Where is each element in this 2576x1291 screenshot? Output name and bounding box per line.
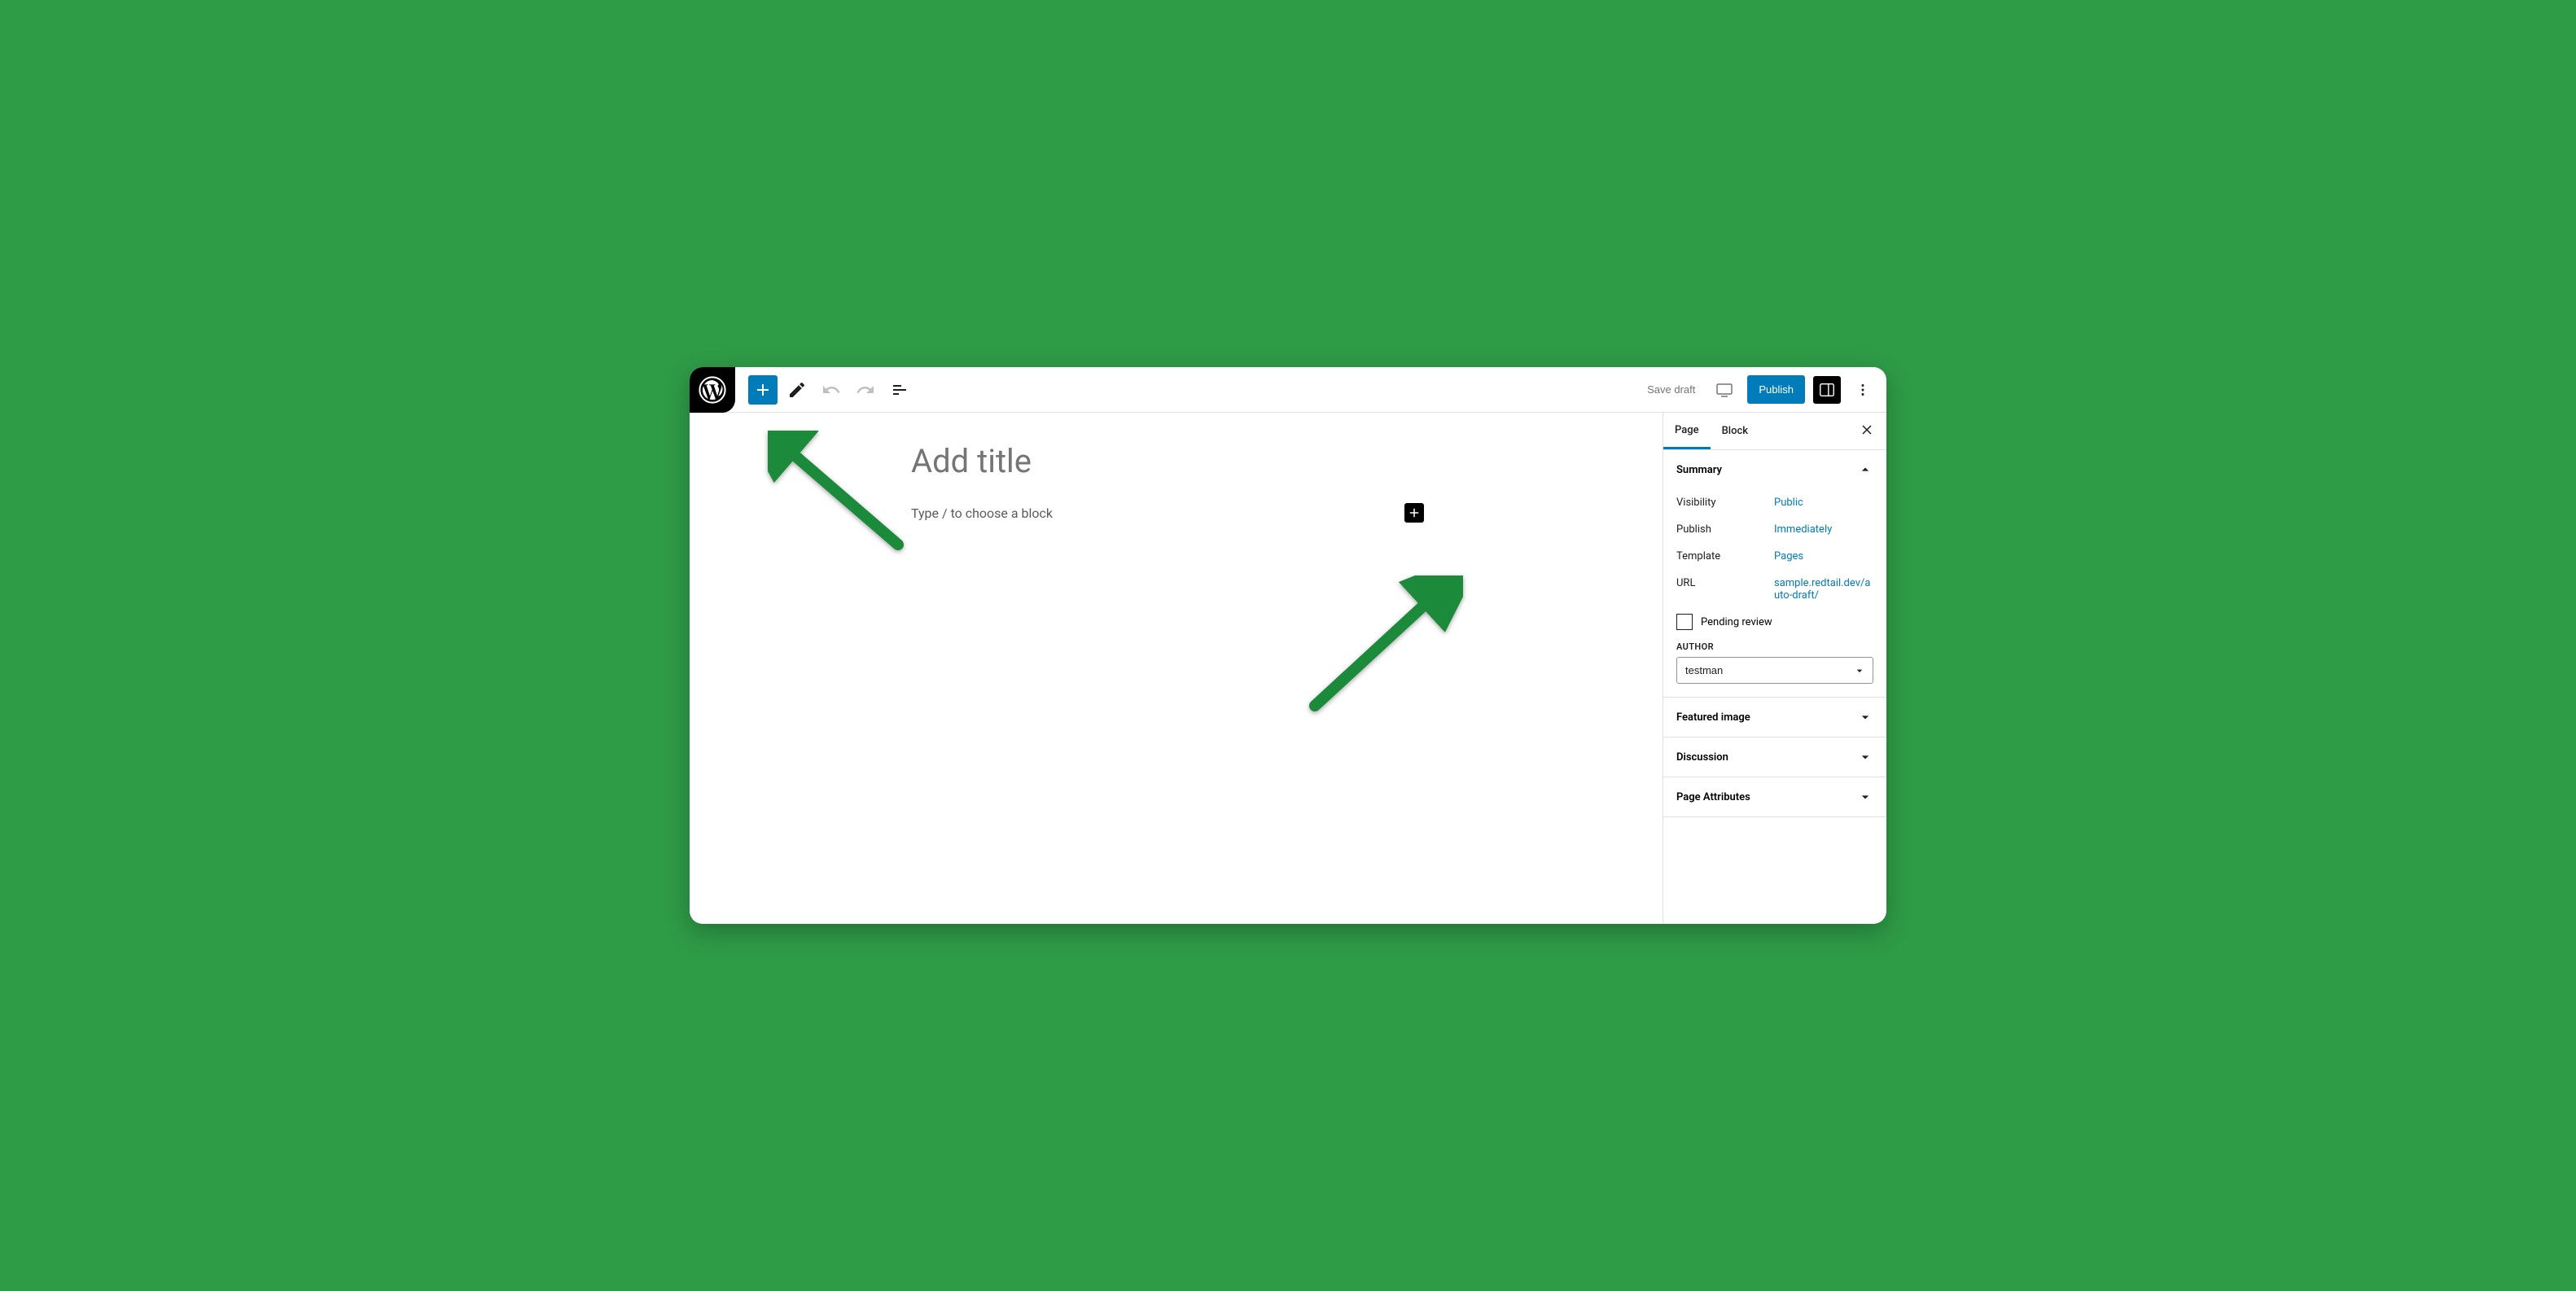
summary-panel-body: Visibility Public Publish Immediately Te… [1663, 489, 1886, 697]
visibility-value[interactable]: Public [1774, 497, 1873, 509]
toolbar-left [748, 375, 914, 405]
settings-sidebar-toggle[interactable] [1813, 376, 1841, 404]
chevron-down-icon [1857, 749, 1873, 765]
save-draft-button[interactable]: Save draft [1641, 379, 1702, 400]
plus-icon [1407, 505, 1422, 520]
redo-icon [856, 380, 875, 400]
url-row: URL sample.redtail.dev/auto-draft/ [1676, 570, 1873, 609]
chevron-down-icon [1857, 709, 1873, 725]
publish-label: Publish [1676, 523, 1774, 536]
url-value[interactable]: sample.redtail.dev/auto-draft/ [1774, 577, 1873, 602]
toolbar-right: Save draft Publish [1641, 375, 1877, 405]
discussion-panel: Discussion [1663, 737, 1886, 777]
annotation-arrow [1300, 575, 1463, 722]
sidebar-tabs: Page Block [1663, 413, 1886, 450]
settings-sidebar: Page Block Summary Visibility Public [1663, 413, 1886, 924]
discussion-title: Discussion [1676, 751, 1728, 764]
edit-icon [787, 380, 807, 400]
annotation-arrow [768, 431, 914, 561]
page-attributes-header[interactable]: Page Attributes [1663, 777, 1886, 816]
document-overview-button[interactable] [885, 375, 914, 405]
page-title-input[interactable] [911, 442, 1630, 480]
chevron-down-icon [1857, 789, 1873, 805]
wordpress-logo[interactable] [690, 367, 735, 413]
pending-review-row: Pending review [1676, 609, 1873, 641]
kebab-icon [1854, 381, 1872, 399]
template-value[interactable]: Pages [1774, 550, 1873, 562]
visibility-label: Visibility [1676, 497, 1774, 509]
summary-panel-header[interactable]: Summary [1663, 450, 1886, 489]
pending-review-label: Pending review [1701, 616, 1772, 628]
close-icon [1859, 422, 1875, 438]
block-inserter-button[interactable] [748, 375, 778, 405]
chevron-up-icon [1857, 462, 1873, 478]
publish-value[interactable]: Immediately [1774, 523, 1873, 536]
tab-block[interactable]: Block [1711, 413, 1759, 449]
author-select[interactable]: testman [1676, 657, 1873, 684]
block-row: Type / to choose a block [911, 503, 1424, 523]
featured-image-panel: Featured image [1663, 698, 1886, 737]
undo-icon [821, 380, 841, 400]
featured-image-header[interactable]: Featured image [1663, 698, 1886, 737]
publish-time-row: Publish Immediately [1676, 516, 1873, 543]
summary-title: Summary [1676, 464, 1722, 476]
wordpress-icon [699, 376, 726, 404]
page-attributes-title: Page Attributes [1676, 791, 1750, 803]
editor-body: Type / to choose a block Page Block [690, 413, 1886, 924]
author-section-label: AUTHOR [1676, 641, 1873, 652]
list-icon [890, 380, 909, 400]
template-row: Template Pages [1676, 543, 1873, 570]
pending-review-checkbox[interactable] [1676, 614, 1693, 630]
visibility-row: Visibility Public [1676, 489, 1873, 516]
url-label: URL [1676, 577, 1774, 589]
undo-button[interactable] [817, 375, 846, 405]
options-menu-button[interactable] [1849, 376, 1877, 404]
page-attributes-panel: Page Attributes [1663, 777, 1886, 817]
plus-icon [753, 380, 773, 400]
desktop-icon [1715, 380, 1734, 400]
panel-icon [1818, 381, 1836, 399]
discussion-header[interactable]: Discussion [1663, 737, 1886, 777]
template-label: Template [1676, 550, 1774, 562]
tools-button[interactable] [782, 375, 812, 405]
tab-page[interactable]: Page [1663, 413, 1711, 449]
preview-button[interactable] [1710, 375, 1739, 405]
redo-button[interactable] [851, 375, 880, 405]
inline-block-inserter[interactable] [1404, 503, 1424, 523]
editor-canvas: Type / to choose a block [690, 413, 1663, 924]
featured-image-title: Featured image [1676, 711, 1750, 724]
editor-window: Save draft Publish Type / to choose a bl… [690, 367, 1886, 924]
close-sidebar-button[interactable] [1854, 417, 1880, 446]
publish-button[interactable]: Publish [1747, 375, 1805, 404]
top-toolbar: Save draft Publish [690, 367, 1886, 413]
block-placeholder-text[interactable]: Type / to choose a block [911, 505, 1053, 521]
summary-panel: Summary Visibility Public Publish Immedi… [1663, 450, 1886, 698]
